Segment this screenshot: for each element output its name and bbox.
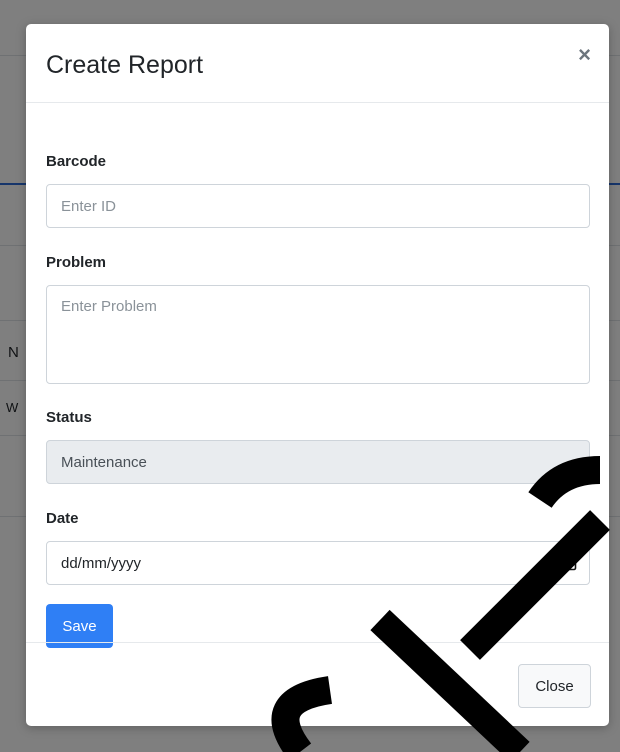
create-report-modal: Create Report × Barcode Problem Status M… xyxy=(26,24,609,726)
modal-footer: Close xyxy=(26,642,609,726)
status-field: Maintenance xyxy=(46,440,590,484)
modal-header: Create Report × xyxy=(26,24,609,103)
calendar-icon[interactable] xyxy=(561,555,577,571)
date-input[interactable]: dd/mm/yyyy xyxy=(46,541,590,585)
close-button[interactable]: Close xyxy=(518,664,591,708)
status-label: Status xyxy=(46,409,92,426)
close-x-button[interactable]: × xyxy=(578,44,591,66)
problem-textarea[interactable] xyxy=(46,285,590,384)
date-label: Date xyxy=(46,510,79,527)
problem-label: Problem xyxy=(46,254,107,271)
modal-title: Create Report xyxy=(46,51,204,79)
date-value: dd/mm/yyyy xyxy=(61,555,142,572)
barcode-label: Barcode xyxy=(46,153,107,170)
barcode-input[interactable] xyxy=(46,184,590,228)
